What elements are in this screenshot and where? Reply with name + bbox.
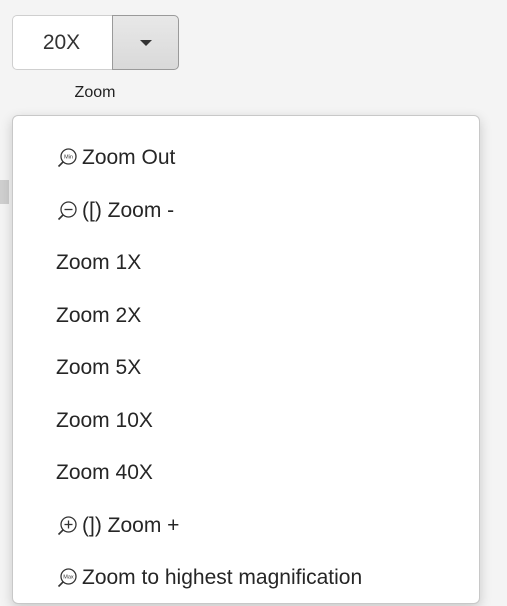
menu-item-zoom-2x[interactable]: Zoom 2X [13,290,479,343]
zoom-dropdown-button[interactable] [112,15,179,70]
menu-item-label: Zoom 1X [56,251,142,275]
menu-item-zoom-40x[interactable]: Zoom 40X [13,447,479,500]
zoom-plus-icon [56,515,78,537]
underlying-edge [0,180,9,204]
menu-item-label: (]) Zoom + [82,513,180,537]
max-badge-text: Max [63,575,74,581]
menu-item-zoom-1x[interactable]: Zoom 1X [13,237,479,290]
zoom-menu: Min Zoom Out ([) Zoom - Zoom 1X Zoom 2X … [12,115,480,604]
zoom-min-icon: Min [56,147,78,169]
menu-item-zoom-out[interactable]: Min Zoom Out [13,132,479,185]
menu-item-label: Zoom Out [82,146,176,170]
menu-item-zoom-10x[interactable]: Zoom 10X [13,395,479,448]
menu-item-zoom-5x[interactable]: Zoom 5X [13,342,479,395]
menu-item-label: Zoom 40X [56,461,153,485]
zoom-select[interactable]: 20X [12,15,179,70]
zoom-value-display[interactable]: 20X [12,15,112,70]
menu-item-label: Zoom to highest magnification [82,566,363,590]
page: 20X Zoom Min Zoom Out ([) Zoom - Zoom 1X… [0,0,507,606]
menu-item-label: ([) Zoom - [82,198,175,222]
min-badge-text: Min [64,155,73,161]
zoom-minus-icon [56,200,78,222]
menu-item-label: Zoom 2X [56,303,142,327]
menu-item-label: Zoom 5X [56,356,142,380]
menu-item-zoom-highest[interactable]: Max Zoom to highest magnification [13,552,479,605]
zoom-max-icon: Max [56,567,78,589]
menu-item-label: Zoom 10X [56,408,153,432]
zoom-caption: Zoom [74,84,116,101]
chevron-down-icon [139,39,152,46]
menu-item-zoom-plus[interactable]: (]) Zoom + [13,500,479,553]
menu-item-zoom-minus[interactable]: ([) Zoom - [13,185,479,238]
